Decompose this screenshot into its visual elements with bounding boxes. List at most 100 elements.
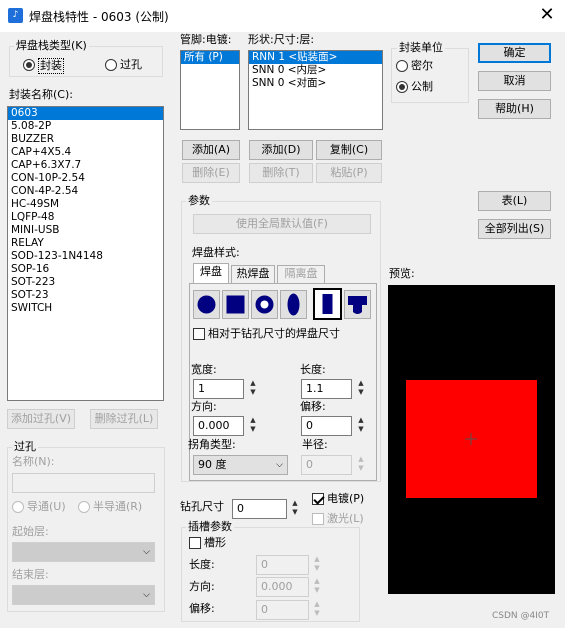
radio-plated[interactable] — [12, 501, 24, 513]
offset-stepper[interactable]: ▲ ▼ — [356, 416, 366, 436]
delete-pin-button[interactable]: 删除(E) — [182, 163, 240, 183]
via-name-label: 名称(N): — [12, 455, 55, 468]
list-item[interactable]: SOP-16 — [8, 263, 163, 276]
watermark: CSDN @4I0T — [492, 611, 550, 621]
width-field[interactable]: 1 — [193, 379, 244, 399]
radio-package-label[interactable]: 封装 — [38, 58, 64, 74]
pin-plating-list[interactable]: 所有 (P) — [180, 50, 240, 130]
crosshair-icon — [465, 433, 477, 445]
radio-via-label[interactable]: 过孔 — [120, 58, 142, 72]
corner-type-select[interactable]: 90 度 ⌵ — [193, 455, 288, 475]
odd-shape-pad-icon[interactable] — [344, 290, 371, 319]
start-layer-select[interactable]: ⌵ — [12, 542, 155, 562]
width-stepper[interactable]: ▲ ▼ — [248, 379, 258, 399]
list-item[interactable]: SOT-23 — [8, 289, 163, 302]
radius-field[interactable]: 0 — [301, 455, 352, 475]
plated-label[interactable]: 电镀(P) — [327, 492, 364, 506]
help-button[interactable]: 帮助(H) — [478, 99, 551, 119]
tab-thermal[interactable]: 热焊盘 — [231, 265, 275, 283]
round-pad-icon[interactable] — [193, 290, 220, 319]
list-item[interactable]: 5.08-2P — [8, 120, 163, 133]
list-item[interactable]: CAP+6.3X7.7 — [8, 159, 163, 172]
list-item[interactable]: 所有 (P) — [181, 51, 239, 64]
package-name-label: 封装名称(C): — [9, 88, 73, 101]
add-pin-button[interactable]: 添加(A) — [182, 140, 240, 160]
slot-offset-field[interactable]: 0 — [256, 600, 309, 620]
drill-size-stepper[interactable]: ▲ ▼ — [290, 499, 300, 519]
radio-semi-plated[interactable] — [78, 501, 90, 513]
list-item[interactable]: SNN 0 <内层> — [249, 64, 382, 77]
corner-type-label: 拐角类型: — [188, 438, 236, 451]
tab-pad[interactable]: 焊盘 — [193, 263, 229, 283]
slot-length-stepper[interactable]: ▲ ▼ — [312, 555, 322, 575]
delete-via-button[interactable]: 删除过孔(L) — [90, 409, 158, 429]
laser-checkbox[interactable] — [312, 513, 324, 525]
close-icon[interactable]: ✕ — [536, 4, 558, 26]
laser-label[interactable]: 激光(L) — [327, 512, 364, 526]
list-item[interactable]: BUZZER — [8, 133, 163, 146]
preview-canvas — [388, 285, 555, 594]
slot-offset-stepper[interactable]: ▲ ▼ — [312, 600, 322, 620]
copy-layer-button[interactable]: 复制(C) — [316, 140, 382, 160]
annular-pad-icon[interactable] — [251, 290, 278, 319]
tab-antipad[interactable]: 隔离盘 — [277, 265, 325, 283]
chevron-down-icon: ⌵ — [143, 590, 150, 600]
list-item[interactable]: CON-4P-2.54 — [8, 185, 163, 198]
shape-size-layer-list[interactable]: RNN 1 <贴装面> SNN 0 <内层> SNN 0 <对面> — [248, 50, 383, 130]
list-item[interactable]: CON-10P-2.54 — [8, 172, 163, 185]
package-name-list[interactable]: 0603 5.08-2P BUZZER CAP+4X5.4 CAP+6.3X7.7 CON… — [7, 106, 164, 401]
offset-field[interactable]: 0 — [301, 416, 352, 436]
length-stepper[interactable]: ▲ ▼ — [356, 379, 366, 399]
via-name-field[interactable] — [12, 473, 155, 493]
radio-mil-label[interactable]: 密尔 — [411, 59, 433, 73]
radio-mil[interactable] — [396, 60, 408, 72]
list-item[interactable]: 0603 — [8, 107, 163, 120]
plated-checkbox[interactable] — [312, 493, 324, 505]
list-item[interactable]: SNN 0 <对面> — [249, 77, 382, 90]
slot-orientation-stepper[interactable]: ▲ ▼ — [312, 577, 322, 597]
use-global-defaults-button[interactable]: 使用全局默认值(F) — [193, 214, 371, 234]
list-item[interactable]: RELAY — [8, 237, 163, 250]
list-all-button[interactable]: 全部列出(S) — [478, 219, 551, 239]
length-field[interactable]: 1.1 — [301, 379, 352, 399]
ok-button[interactable]: 确定 — [478, 43, 551, 63]
paste-layer-button[interactable]: 粘贴(P) — [316, 163, 382, 183]
radio-semi-plated-label[interactable]: 半导通(R) — [93, 500, 142, 514]
list-item[interactable]: SWITCH — [8, 302, 163, 315]
slot-params-legend: 插槽参数 — [186, 520, 234, 534]
slotted-label[interactable]: 槽形 — [204, 536, 226, 550]
drill-size-field[interactable]: 0 — [232, 499, 287, 519]
square-pad-icon[interactable] — [222, 290, 249, 319]
drill-size-label: 钻孔尺寸 — [180, 500, 224, 513]
add-layer-button[interactable]: 添加(D) — [249, 140, 313, 160]
cancel-button[interactable]: 取消 — [478, 71, 551, 91]
relative-to-drill-checkbox[interactable] — [193, 328, 205, 340]
slot-length-field[interactable]: 0 — [256, 555, 309, 575]
radius-stepper[interactable]: ▲ ▼ — [356, 455, 366, 475]
orientation-field[interactable]: 0.000 — [193, 416, 244, 436]
list-item[interactable]: LQFP-48 — [8, 211, 163, 224]
relative-to-drill-label[interactable]: 相对于钻孔尺寸的焊盘尺寸 — [208, 327, 340, 341]
offset-label: 偏移: — [300, 400, 326, 413]
radio-package[interactable] — [23, 59, 35, 71]
radio-metric-label[interactable]: 公制 — [411, 80, 433, 94]
orientation-stepper[interactable]: ▲ ▼ — [248, 416, 258, 436]
list-item[interactable]: CAP+4X5.4 — [8, 146, 163, 159]
slot-orientation-field[interactable]: 0.000 — [256, 577, 309, 597]
units-group — [391, 48, 469, 103]
radio-plated-label[interactable]: 导通(U) — [27, 500, 66, 514]
radio-metric[interactable] — [396, 81, 408, 93]
oval-pad-icon[interactable] — [280, 290, 307, 319]
add-via-button[interactable]: 添加过孔(V) — [7, 409, 75, 429]
slotted-checkbox[interactable] — [189, 537, 201, 549]
rectangle-pad-icon[interactable] — [313, 288, 342, 320]
list-item[interactable]: MINI-USB — [8, 224, 163, 237]
table-button[interactable]: 表(L) — [478, 191, 551, 211]
list-item[interactable]: RNN 1 <贴装面> — [249, 51, 382, 64]
end-layer-select[interactable]: ⌵ — [12, 585, 155, 605]
list-item[interactable]: SOT-223 — [8, 276, 163, 289]
list-item[interactable]: SOD-123-1N4148 — [8, 250, 163, 263]
radio-via[interactable] — [105, 59, 117, 71]
delete-layer-button[interactable]: 删除(T) — [249, 163, 313, 183]
list-item[interactable]: HC-49SM — [8, 198, 163, 211]
